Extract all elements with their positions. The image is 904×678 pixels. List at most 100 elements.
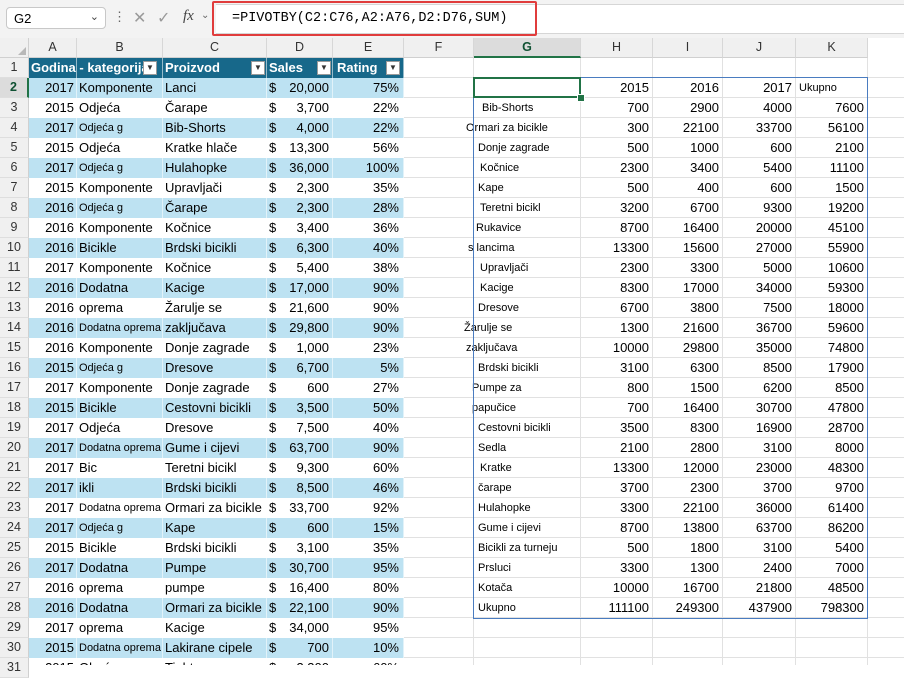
cell-year[interactable]: 2016 bbox=[29, 278, 74, 298]
cell-year[interactable]: 2017 bbox=[29, 518, 74, 538]
cell-product[interactable]: Čarape bbox=[165, 98, 265, 118]
pivot-value[interactable]: 3500 bbox=[581, 418, 649, 438]
cell-category[interactable]: Bicikle bbox=[79, 238, 161, 258]
cell-year[interactable]: 2015 bbox=[29, 658, 74, 665]
row-header-12[interactable]: 12 bbox=[0, 278, 29, 298]
cell-product[interactable]: Tights bbox=[165, 658, 265, 665]
cell-product[interactable]: Kratke hlače bbox=[165, 138, 265, 158]
pivot-value[interactable]: 86200 bbox=[796, 518, 864, 538]
pivot-value[interactable]: 798300 bbox=[796, 598, 864, 618]
fx-chevron-icon[interactable]: ⌄ bbox=[201, 10, 209, 21]
pivot-value[interactable]: 4000 bbox=[723, 98, 792, 118]
pivot-value[interactable]: 63700 bbox=[723, 518, 792, 538]
pivot-value[interactable]: 3100 bbox=[723, 538, 792, 558]
pivot-value[interactable]: 500 bbox=[581, 178, 649, 198]
pivot-value[interactable]: 3700 bbox=[723, 478, 792, 498]
pivot-row-label[interactable]: s lancima bbox=[468, 238, 578, 258]
cell-product[interactable]: Gume i cijevi bbox=[165, 438, 265, 458]
cell-rating[interactable]: 56% bbox=[333, 138, 399, 158]
cell-product[interactable]: zaključava bbox=[165, 318, 265, 338]
cell-year[interactable]: 2017 bbox=[29, 458, 74, 478]
pivot-value[interactable]: 5000 bbox=[723, 258, 792, 278]
cell-category[interactable]: Dodatna oprema bbox=[79, 318, 161, 338]
cell-year[interactable]: 2017 bbox=[29, 418, 74, 438]
pivot-row-label[interactable]: čarape bbox=[478, 478, 588, 498]
cell-year[interactable]: 2016 bbox=[29, 198, 74, 218]
pivot-value[interactable]: 13300 bbox=[581, 238, 649, 258]
cell-year[interactable]: 2017 bbox=[29, 258, 74, 278]
cell-sales[interactable]: 22,100 bbox=[279, 598, 329, 618]
row-header-23[interactable]: 23 bbox=[0, 498, 29, 518]
cell-rating[interactable]: 38% bbox=[333, 258, 399, 278]
pivot-value[interactable]: 3200 bbox=[581, 198, 649, 218]
cell-product[interactable]: Brdski bicikli bbox=[165, 538, 265, 558]
cell-sales[interactable]: 33,700 bbox=[279, 498, 329, 518]
pivot-value[interactable]: 16700 bbox=[653, 578, 719, 598]
pivot-value[interactable]: 2900 bbox=[653, 98, 719, 118]
pivot-row-label[interactable]: Bicikli za turneju bbox=[478, 538, 588, 558]
pivot-value[interactable]: 1300 bbox=[653, 558, 719, 578]
pivot-value[interactable]: 9300 bbox=[723, 198, 792, 218]
pivot-value[interactable]: 15600 bbox=[653, 238, 719, 258]
pivot-column-header[interactable]: Ukupno bbox=[799, 78, 867, 98]
pivot-row-label[interactable]: Sedla bbox=[478, 438, 588, 458]
cell-category[interactable]: oprema bbox=[79, 298, 161, 318]
cell-sales[interactable]: 8,500 bbox=[279, 478, 329, 498]
cell-category[interactable]: Odjeća g bbox=[79, 118, 161, 138]
pivot-value[interactable]: 1500 bbox=[796, 178, 864, 198]
pivot-row-label[interactable]: zaključava bbox=[466, 338, 576, 358]
pivot-row-label[interactable]: Prsluci bbox=[478, 558, 588, 578]
pivot-value[interactable]: 700 bbox=[581, 98, 649, 118]
pivot-value[interactable]: 59300 bbox=[796, 278, 864, 298]
pivot-value[interactable]: 48300 bbox=[796, 458, 864, 478]
row-header-22[interactable]: 22 bbox=[0, 478, 29, 498]
pivot-value[interactable]: 13300 bbox=[581, 458, 649, 478]
cell-product[interactable]: Bib-Shorts bbox=[165, 118, 265, 138]
pivot-row-label[interactable]: Donje zagrade bbox=[478, 138, 588, 158]
pivot-value[interactable]: 27000 bbox=[723, 238, 792, 258]
pivot-value[interactable]: 74800 bbox=[796, 338, 864, 358]
pivot-value[interactable]: 3700 bbox=[581, 478, 649, 498]
pivot-value[interactable]: 16400 bbox=[653, 398, 719, 418]
pivot-value[interactable]: 45100 bbox=[796, 218, 864, 238]
pivot-value[interactable]: 30700 bbox=[723, 398, 792, 418]
cell-year[interactable]: 2016 bbox=[29, 318, 74, 338]
cell-rating[interactable]: 35% bbox=[333, 538, 399, 558]
cell-year[interactable]: 2017 bbox=[29, 378, 74, 398]
checkmark-icon[interactable]: ✓ bbox=[157, 8, 170, 28]
pivot-value[interactable]: 12000 bbox=[653, 458, 719, 478]
cell-category[interactable]: Bicikle bbox=[79, 538, 161, 558]
pivot-row-label[interactable]: Rukavice bbox=[476, 218, 586, 238]
pivot-value[interactable]: 34000 bbox=[723, 278, 792, 298]
cell-category[interactable]: Odjeća g bbox=[79, 518, 161, 538]
pivot-value[interactable]: 8500 bbox=[796, 378, 864, 398]
cell-rating[interactable]: 22% bbox=[333, 118, 399, 138]
pivot-value[interactable]: 1500 bbox=[653, 378, 719, 398]
cell-rating[interactable]: 60% bbox=[333, 458, 399, 478]
row-header-28[interactable]: 28 bbox=[0, 598, 29, 618]
fill-handle[interactable] bbox=[577, 94, 585, 102]
row-header-11[interactable]: 11 bbox=[0, 258, 29, 278]
pivot-value[interactable]: 8300 bbox=[653, 418, 719, 438]
row-header-18[interactable]: 18 bbox=[0, 398, 29, 418]
cell-category[interactable]: Dodatna bbox=[79, 598, 161, 618]
pivot-value[interactable]: 11100 bbox=[796, 158, 864, 178]
pivot-value[interactable]: 111100 bbox=[581, 598, 650, 618]
row-header-5[interactable]: 5 bbox=[0, 138, 29, 158]
row-header-4[interactable]: 4 bbox=[0, 118, 29, 138]
row-header-31[interactable]: 31 bbox=[0, 658, 29, 678]
cell-sales[interactable]: 1,000 bbox=[279, 338, 329, 358]
pivot-value[interactable]: 36000 bbox=[723, 498, 792, 518]
filter-dropdown-button[interactable]: ▼ bbox=[143, 61, 157, 75]
cell-year[interactable]: 2015 bbox=[29, 358, 74, 378]
pivot-row-label[interactable]: Cestovni bicikli bbox=[478, 418, 588, 438]
cell-category[interactable]: Obuća bbox=[79, 658, 161, 665]
pivot-value[interactable]: 400 bbox=[653, 178, 719, 198]
pivot-value[interactable]: 8700 bbox=[581, 218, 649, 238]
row-header-14[interactable]: 14 bbox=[0, 318, 29, 338]
pivot-value[interactable]: 55900 bbox=[796, 238, 864, 258]
pivot-value[interactable]: 3300 bbox=[581, 498, 649, 518]
cell-rating[interactable]: 95% bbox=[333, 618, 399, 638]
pivot-value[interactable]: 800 bbox=[581, 378, 649, 398]
pivot-value[interactable]: 59600 bbox=[796, 318, 864, 338]
